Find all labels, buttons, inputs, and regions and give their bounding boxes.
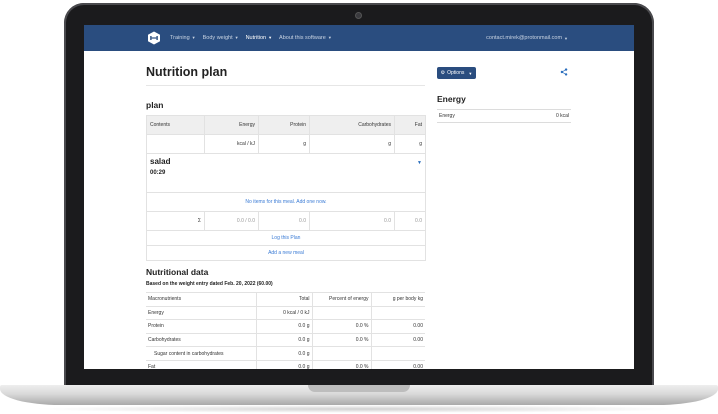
column-header: Carbohydrates: [309, 115, 395, 135]
nutritional-data-subtitle: Based on the weight entry dated Feb. 20,…: [146, 281, 273, 287]
table-row: Sugar content in carbohydrates 0.0 g: [146, 346, 425, 361]
navbar: Training ▼ Body weight ▼ Nutrition ▼ About …: [84, 25, 634, 51]
totals-row: Σ 0.0 / 0.0 0.0 0.0 0.0: [146, 211, 426, 231]
options-button[interactable]: ⚙ Options ▼: [437, 67, 476, 79]
chevron-down-icon: ▼: [234, 35, 239, 40]
total-energy: 0.0 / 0.0: [204, 211, 259, 231]
unit-cell: kcal / kJ: [204, 134, 259, 154]
energy-value: 0 kcal: [509, 109, 571, 123]
total-cell: 0.0 g: [256, 333, 313, 348]
add-meal-row: Add a new meal: [146, 245, 426, 261]
column-header: Fat: [394, 115, 426, 135]
meal-menu-caret-icon[interactable]: ▼: [417, 160, 422, 166]
row-label: Protein: [146, 319, 257, 334]
plan-title: plan: [146, 100, 164, 110]
percent-cell: [312, 306, 372, 321]
meal-time: 00:29: [150, 170, 166, 176]
gear-icon: ⚙: [440, 70, 446, 76]
percent-cell: [312, 346, 372, 361]
add-meal-link[interactable]: Add a new meal: [146, 245, 426, 261]
column-header: Contents: [146, 115, 205, 135]
user-menu[interactable]: contact.mirek@protonmail.com ▼: [486, 25, 568, 51]
total-cell: 0.0 g: [256, 360, 313, 369]
total-cell: 0.0 g: [256, 319, 313, 334]
column-header: Macronutrients: [146, 292, 257, 307]
log-plan-row: Log this Plan: [146, 230, 426, 246]
chevron-down-icon: ▼: [191, 35, 196, 40]
table-row: Fat 0.0 g 0.0 % 0.00: [146, 360, 425, 369]
energy-panel-title: Energy: [437, 94, 466, 104]
per-kg-cell: [371, 346, 425, 361]
table-header-row: Macronutrients Total Percent of energy g…: [146, 292, 425, 307]
percent-cell: 0.0 %: [312, 319, 372, 334]
meal-name: salad: [150, 157, 171, 166]
percent-cell: 0.0 %: [312, 333, 372, 348]
row-label: Carbohydrates: [146, 333, 257, 348]
per-kg-cell: 0.00: [371, 319, 425, 334]
plan-table: Contents Energy Protein Carbohydrates Fa…: [146, 115, 426, 261]
row-label: Sugar content in carbohydrates: [146, 346, 257, 361]
laptop-shadow: [30, 405, 688, 413]
row-label: Fat: [146, 360, 257, 369]
total-cell: 0.0 g: [256, 346, 313, 361]
nav-body-weight[interactable]: Body weight ▼: [203, 35, 239, 41]
total-fat: 0.0: [394, 211, 426, 231]
column-header: g per body kg: [371, 292, 425, 307]
per-kg-cell: 0.00: [371, 360, 425, 369]
per-kg-cell: [371, 306, 425, 321]
screen: Training ▼ Body weight ▼ Nutrition ▼ About …: [84, 25, 634, 369]
energy-label: Energy: [437, 109, 510, 123]
log-plan-link[interactable]: Log this Plan: [146, 230, 426, 246]
title-divider: [146, 85, 425, 86]
units-row: kcal / kJ g g g: [146, 134, 426, 154]
options-label: Options: [447, 70, 465, 76]
total-carbohydrates: 0.0: [309, 211, 395, 231]
meal-row: ▼ salad 00:29: [146, 153, 426, 193]
table-row: Carbohydrates 0.0 g 0.0 % 0.00: [146, 333, 425, 348]
column-header: Energy: [204, 115, 259, 135]
nav-nutrition[interactable]: Nutrition ▼: [246, 35, 272, 41]
share-icon[interactable]: [560, 68, 568, 76]
nutritional-data-title: Nutritional data: [146, 267, 209, 277]
meal-header: ▼ salad 00:29: [146, 153, 426, 193]
laptop-base-notch: [308, 385, 410, 392]
column-header: Percent of energy: [312, 292, 372, 307]
total-protein: 0.0: [258, 211, 310, 231]
sigma-cell: Σ: [146, 211, 205, 231]
add-item-link[interactable]: No items for this meal. Add one now.: [146, 192, 426, 212]
nav-about[interactable]: About this software ▼: [279, 35, 332, 41]
unit-cell: g: [394, 134, 426, 154]
per-kg-cell: 0.00: [371, 333, 425, 348]
main-menu: Training ▼ Body weight ▼ Nutrition ▼ About …: [170, 25, 339, 51]
row-label: Energy: [146, 306, 257, 321]
nutritional-data-table: Macronutrients Total Percent of energy g…: [146, 292, 425, 369]
column-header: Total: [256, 292, 313, 307]
chevron-down-icon: ▼: [268, 35, 273, 40]
table-row: Energy 0 kcal: [437, 109, 571, 123]
energy-summary-table: Energy 0 kcal: [437, 109, 571, 123]
empty-meal-row: No items for this meal. Add one now.: [146, 192, 426, 212]
chevron-down-icon: ▼: [564, 35, 568, 41]
table-row: Protein 0.0 g 0.0 % 0.00: [146, 319, 425, 334]
camera: [356, 13, 361, 18]
page-title: Nutrition plan: [146, 65, 228, 79]
chevron-down-icon: ▼: [468, 70, 473, 76]
unit-cell: [146, 134, 205, 154]
unit-cell: g: [258, 134, 310, 154]
logo-icon[interactable]: [147, 31, 161, 45]
chevron-down-icon: ▼: [327, 35, 332, 40]
percent-cell: 0.0 %: [312, 360, 372, 369]
column-header: Protein: [258, 115, 310, 135]
total-cell: 0 kcal / 0 kJ: [256, 306, 313, 321]
table-header-row: Contents Energy Protein Carbohydrates Fa…: [146, 115, 426, 135]
unit-cell: g: [309, 134, 395, 154]
user-email: contact.mirek@protonmail.com: [486, 35, 563, 41]
nav-training[interactable]: Training ▼: [170, 35, 196, 41]
table-row: Energy 0 kcal / 0 kJ: [146, 306, 425, 321]
